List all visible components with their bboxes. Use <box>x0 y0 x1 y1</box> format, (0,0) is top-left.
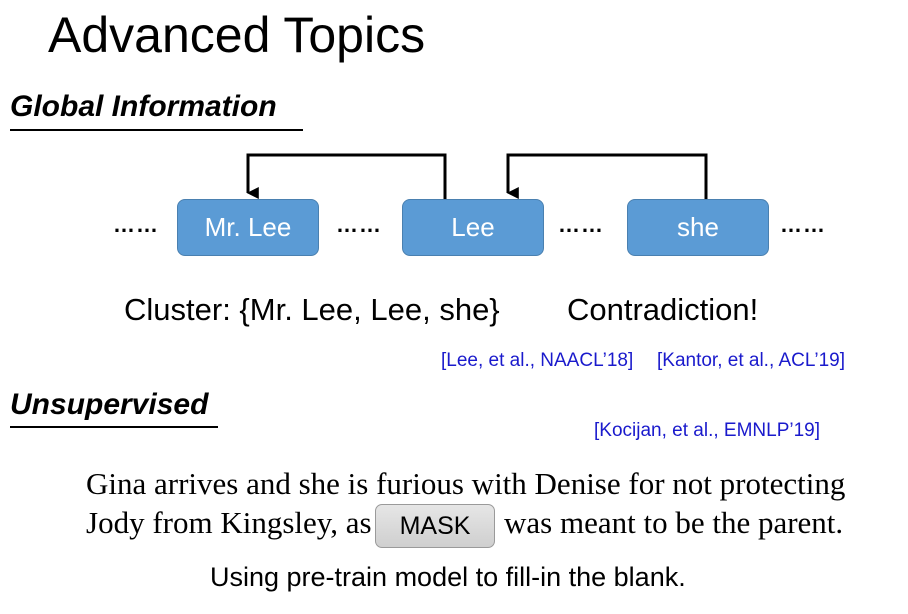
section-underline-unsupervised <box>10 426 218 428</box>
ellipsis: …… <box>558 212 604 237</box>
citation-kocijan: [Kocijan, et al., EMNLP’19] <box>594 420 820 441</box>
mask-token: MASK <box>375 504 495 548</box>
example-line-2-end: was meant to be the parent. <box>504 505 844 540</box>
cluster-text: Cluster: {Mr. Lee, Lee, she} <box>124 292 500 327</box>
ellipsis: …… <box>113 212 159 237</box>
arrow-she-to-lee <box>506 153 708 199</box>
ellipsis: …… <box>336 212 382 237</box>
mention-box-lee: Lee <box>402 199 544 256</box>
mention-box-she: she <box>627 199 769 256</box>
citation-kantor: [Kantor, et al., ACL’19] <box>657 350 846 371</box>
mention-box-mr-lee: Mr. Lee <box>177 199 319 256</box>
section-heading-unsupervised: Unsupervised <box>10 388 209 421</box>
ellipsis: …… <box>780 212 826 237</box>
citation-lee: [Lee, et al., NAACL’18] <box>441 350 634 371</box>
contradiction-text: Contradiction! <box>567 292 759 327</box>
arrow-lee-to-mr-lee <box>246 153 447 199</box>
footer-note: Using pre-train model to fill-in the bla… <box>210 562 686 592</box>
example-line-2-start: Jody from Kingsley, as <box>86 505 372 540</box>
example-line-1: Gina arrives and she is furious with Den… <box>86 466 846 501</box>
